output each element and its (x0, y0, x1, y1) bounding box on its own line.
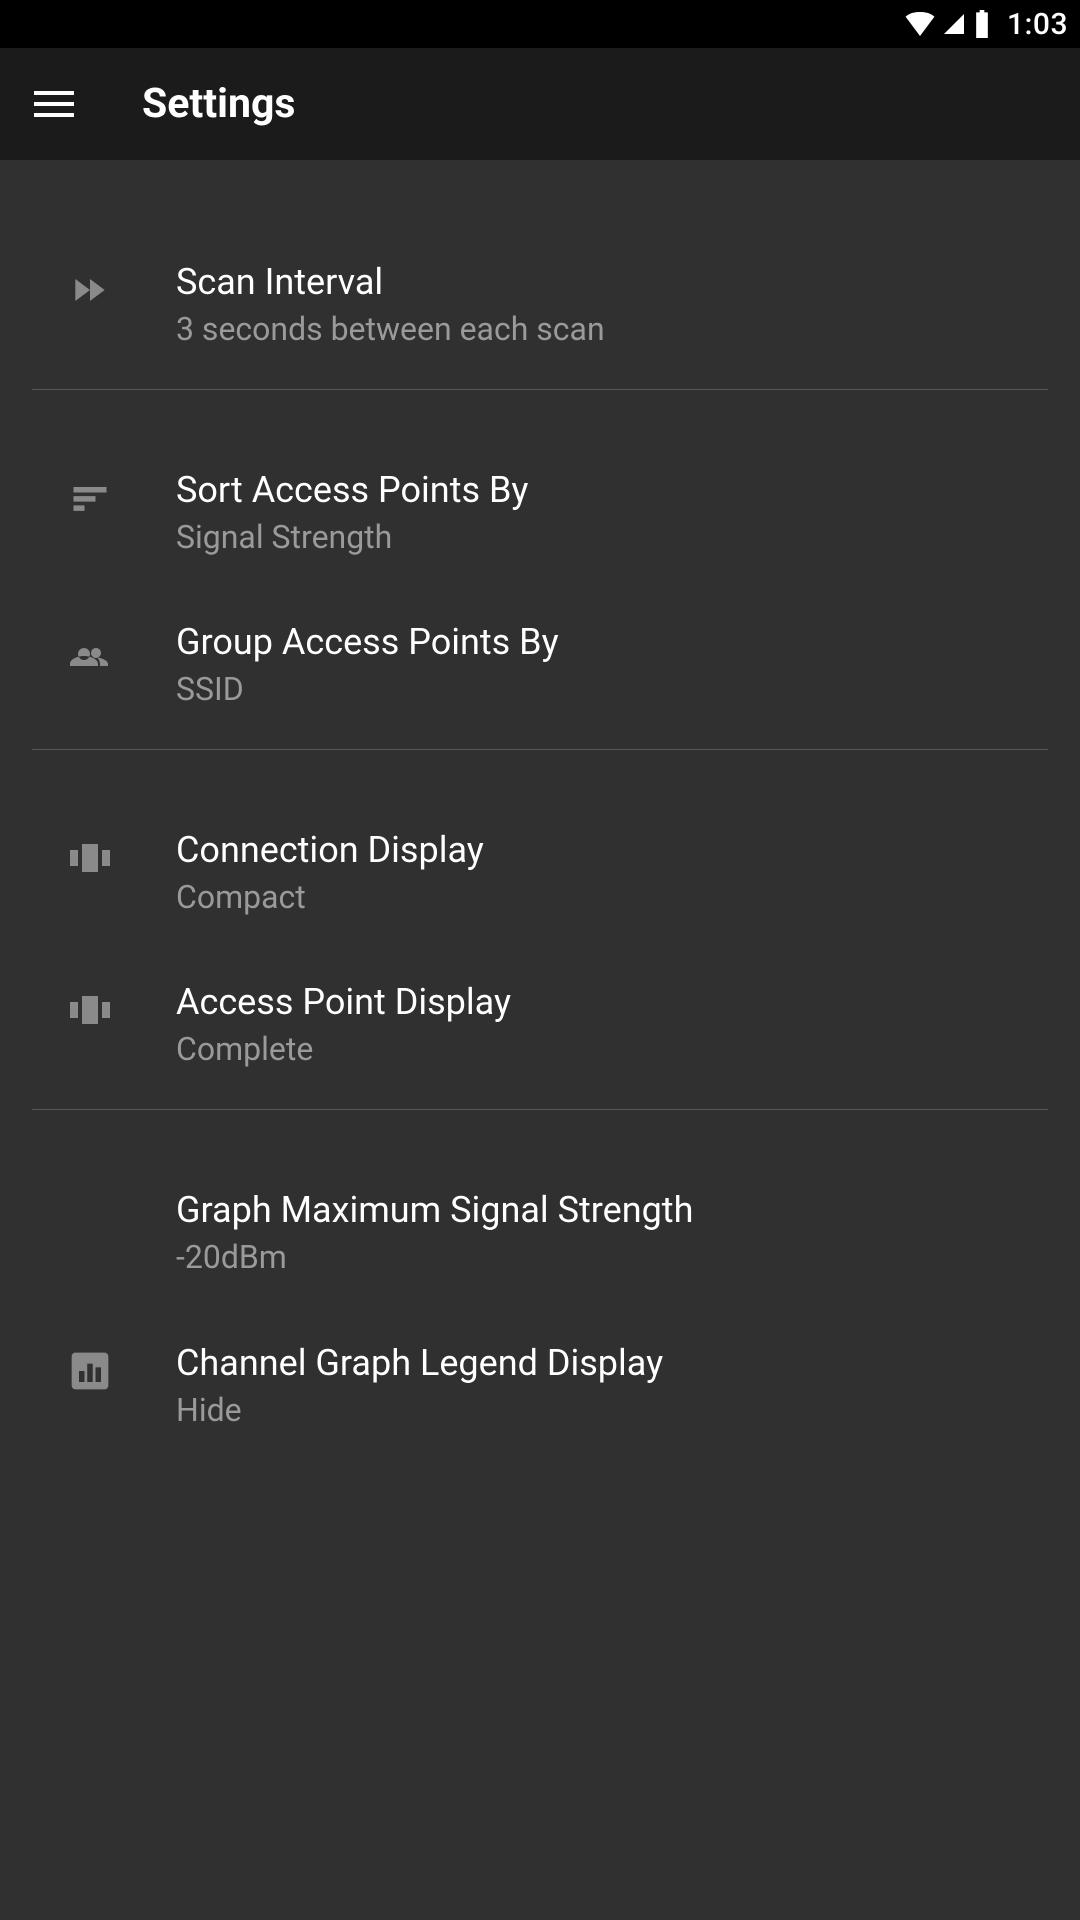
wifi-icon (905, 12, 935, 36)
setting-scan-interval[interactable]: Scan Interval 3 seconds between each sca… (0, 260, 1080, 351)
setting-group-access-points[interactable]: Group Access Points By SSID (0, 620, 1080, 711)
menu-icon[interactable] (34, 82, 78, 126)
setting-title: Channel Graph Legend Display (176, 1341, 663, 1386)
setting-title: Access Point Display (176, 980, 511, 1025)
status-time: 1:03 (1007, 7, 1068, 42)
setting-subtitle: 3 seconds between each scan (176, 309, 605, 351)
setting-sort-access-points[interactable]: Sort Access Points By Signal Strength (0, 468, 1080, 559)
setting-graph-max-signal[interactable]: Graph Maximum Signal Strength -20dBm (0, 1188, 1080, 1279)
setting-channel-graph-legend[interactable]: Channel Graph Legend Display Hide (0, 1341, 1080, 1432)
setting-subtitle: Complete (176, 1029, 511, 1071)
app-bar: Settings (0, 48, 1080, 160)
setting-subtitle: SSID (176, 669, 559, 711)
setting-subtitle: Hide (176, 1390, 663, 1432)
bar-chart-icon (66, 1347, 114, 1395)
status-bar: 1:03 (0, 0, 1080, 48)
setting-title: Scan Interval (176, 260, 605, 305)
battery-icon (973, 10, 991, 38)
setting-connection-display[interactable]: Connection Display Compact (0, 828, 1080, 919)
setting-title: Graph Maximum Signal Strength (176, 1188, 693, 1233)
settings-list: Scan Interval 3 seconds between each sca… (0, 160, 1080, 1431)
setting-subtitle: Compact (176, 877, 484, 919)
fast-forward-icon (66, 266, 114, 314)
setting-title: Sort Access Points By (176, 468, 528, 513)
carousel-icon (66, 986, 114, 1034)
setting-title: Connection Display (176, 828, 484, 873)
page-title: Settings (142, 80, 295, 128)
people-icon (66, 626, 114, 674)
setting-title: Group Access Points By (176, 620, 559, 665)
setting-subtitle: -20dBm (176, 1237, 693, 1279)
carousel-icon (66, 834, 114, 882)
setting-access-point-display[interactable]: Access Point Display Complete (0, 980, 1080, 1071)
setting-subtitle: Signal Strength (176, 517, 528, 559)
cell-signal-icon (941, 12, 967, 36)
sort-icon (66, 474, 114, 522)
